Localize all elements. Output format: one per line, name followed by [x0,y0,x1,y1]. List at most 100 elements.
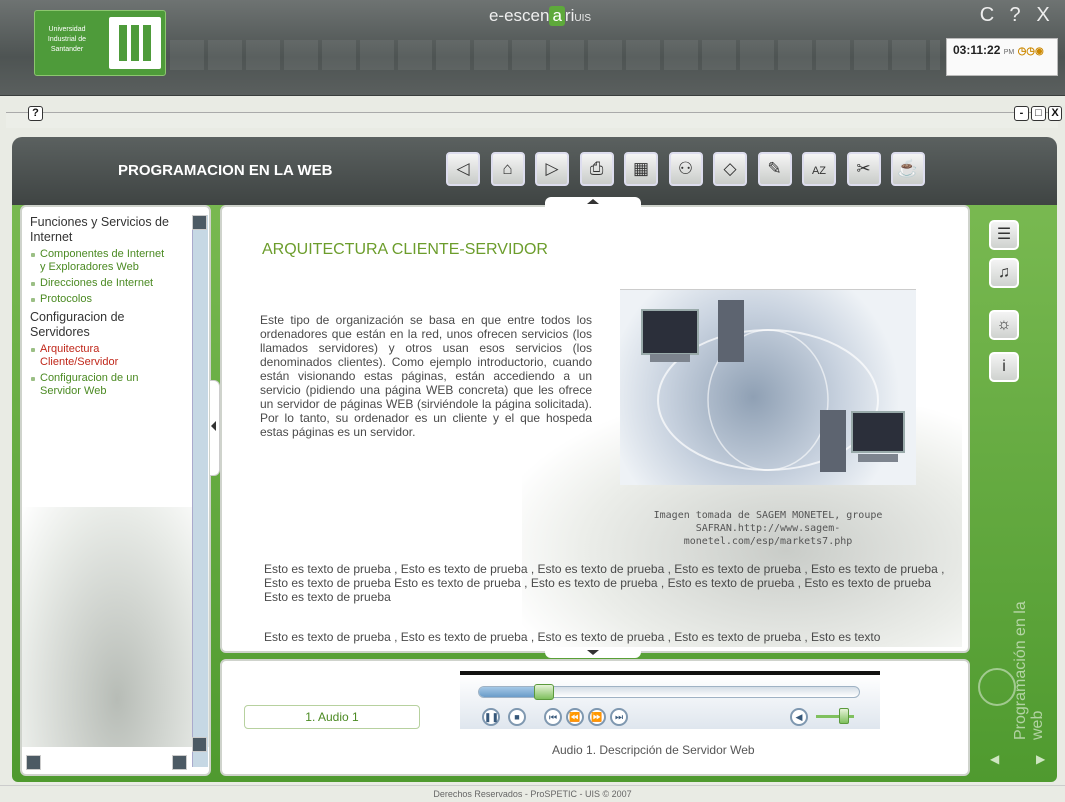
sidebar-collapse-tab[interactable] [210,380,220,476]
title-bar-pattern [170,40,940,70]
frame-close-button[interactable]: X [1048,106,1062,121]
sidebar-scroll-down-icon[interactable] [192,737,207,752]
app-title: e-escen a riUIS [440,6,640,26]
prev-page-arrow-icon[interactable]: ◀ [990,752,999,766]
content-paragraph-2: Esto es texto de prueba , Esto es texto … [264,562,945,604]
globe-logo-icon [978,668,1016,706]
tools-icon: ✂ [856,159,871,178]
minimize-window-button[interactable]: C [975,4,999,27]
audio-tool-button[interactable]: ♫ [989,258,1019,288]
rewind-button[interactable]: ⏪ [566,708,584,726]
sidebar-section-heading[interactable]: Configuracion de Servidores [22,310,192,340]
clock-icons: ◷◷◉ [1017,46,1044,57]
close-window-button[interactable]: X [1031,4,1055,27]
scroll-up-arrow-icon [587,199,599,204]
document-tool-button[interactable]: ☰ [989,220,1019,250]
eraser-button[interactable]: ◇ [713,152,747,186]
uis-logo-icon [109,17,161,69]
back-icon: ◁ [456,159,470,178]
sidebar-corner-right-icon[interactable] [172,755,187,770]
content-paragraph-1: Este tipo de organización se basa en que… [260,313,592,439]
sidebar-item[interactable]: Configuracion de un Servidor Web [22,372,192,398]
collapse-arrow-icon [211,421,216,431]
info-tool-button[interactable]: i [989,352,1019,382]
next-button[interactable]: ⏭ [610,708,628,726]
info-icon: i [1002,358,1006,375]
seek-thumb[interactable] [533,684,554,700]
frame-maximize-button[interactable]: □ [1031,106,1046,121]
sidebar-scroll-up-icon[interactable] [192,215,207,230]
app-title-prefix: e-escen [488,6,550,25]
content-scroll-up-tab[interactable] [545,197,641,207]
sidebar: Funciones y Servicios de Internet Compone… [20,205,211,776]
footer: Derechos Reservados - ProSPETIC - UIS © … [0,785,1065,801]
eraser-icon: ◇ [723,159,737,178]
content-scroll-down-tab[interactable] [545,648,641,658]
image-caption: Imagen tomada de SAGEM MONETEL, groupe S… [653,510,883,547]
glossary-icon: AZ [811,165,827,177]
clock-ampm: PM [1003,49,1015,56]
coffee-button[interactable]: ☕ [891,152,925,186]
audio-description: Audio 1. Descripción de Servidor Web [552,743,755,757]
forward-icon: ▷ [545,159,559,178]
people-button[interactable]: ⚇ [668,152,703,186]
sidebar-section-heading[interactable]: Funciones y Servicios de Internet [22,215,192,245]
pause-button[interactable]: ❚❚ [482,708,500,726]
clock-time: 03:11:22 [953,43,1001,57]
app-title-suffix: ri [564,6,575,25]
sidebar-item[interactable]: Arquitectura Cliente/Servidor [22,343,192,369]
audio-track-button[interactable]: 1. Audio 1 [244,705,420,729]
audio-icon: ♫ [998,264,1010,281]
help-window-button[interactable]: ? [1003,4,1027,27]
audio-panel: 1. Audio 1 ❚❚ ■ ⏮ ⏪ ⏩ ⏭ ◀ Audio 1. Descr… [220,659,970,776]
section-title: ARQUITECTURA CLIENTE-SERVIDOR [262,241,548,258]
frame-minimize-button[interactable]: - [1014,106,1029,121]
home-button[interactable]: ⌂ [490,152,525,186]
logo-text: Universidad Industrial de Santander [47,26,87,53]
seek-bar[interactable] [478,684,860,700]
glossary-button[interactable]: AZ [802,152,836,186]
image-icon: ☼ [996,316,1012,333]
computers-network-icon [641,300,905,472]
calculator-icon: ▦ [632,159,650,178]
sidebar-corner-left-icon[interactable] [26,755,41,770]
notes-button[interactable]: ✎ [757,152,792,186]
print-button[interactable]: ⎙ [579,152,614,186]
app-title-at: a [549,6,565,26]
print-icon: ⎙ [589,159,604,178]
previous-button[interactable]: ⏮ [544,708,562,726]
next-page-arrow-icon[interactable]: ▶ [1036,752,1045,766]
clock: 03:11:22 PM ◷◷◉ [946,38,1058,76]
stop-button[interactable]: ■ [508,708,526,726]
university-logo: Universidad Industrial de Santander [34,10,166,76]
home-icon: ⌂ [502,159,513,178]
calculator-button[interactable]: ▦ [624,152,658,186]
sidebar-item[interactable]: Componentes de Internet y Exploradores W… [22,248,192,274]
client-server-image [620,289,916,485]
coffee-icon: ☕ [897,159,919,178]
document-icon: ☰ [996,226,1012,243]
volume-icon[interactable]: ◀ [790,708,808,726]
volume-thumb[interactable] [838,708,849,724]
forward-button[interactable]: ▷ [535,152,569,186]
sidebar-scrollbar[interactable] [192,215,208,767]
sidebar-decorative-image [22,507,209,747]
content-paragraph-3: Esto es texto de prueba , Esto es texto … [264,630,881,644]
app-title-sub: UIS [574,13,592,24]
content-panel: ARQUITECTURA CLIENTE-SERVIDOR Este tipo … [220,205,970,653]
back-button[interactable]: ◁ [446,152,480,186]
scroll-down-arrow-icon [587,650,599,655]
media-player: ❚❚ ■ ⏮ ⏪ ⏩ ⏭ ◀ [460,671,880,729]
sidebar-item[interactable]: Direcciones de Internet [22,277,192,290]
sidebar-nav: Funciones y Servicios de Internet Compone… [22,215,192,401]
course-title: PROGRAMACION EN LA WEB [118,162,333,179]
programacion-watermark: Programación en la web [1012,600,1062,740]
window-frame-bar [6,112,1058,128]
notes-icon: ✎ [767,159,782,178]
image-tool-button[interactable]: ☼ [989,310,1019,340]
people-icon: ⚇ [677,159,694,178]
fast-forward-button[interactable]: ⏩ [588,708,606,726]
sidebar-item[interactable]: Protocolos [22,293,192,306]
tools-button[interactable]: ✂ [846,152,881,186]
help-button[interactable]: ? [28,106,43,121]
